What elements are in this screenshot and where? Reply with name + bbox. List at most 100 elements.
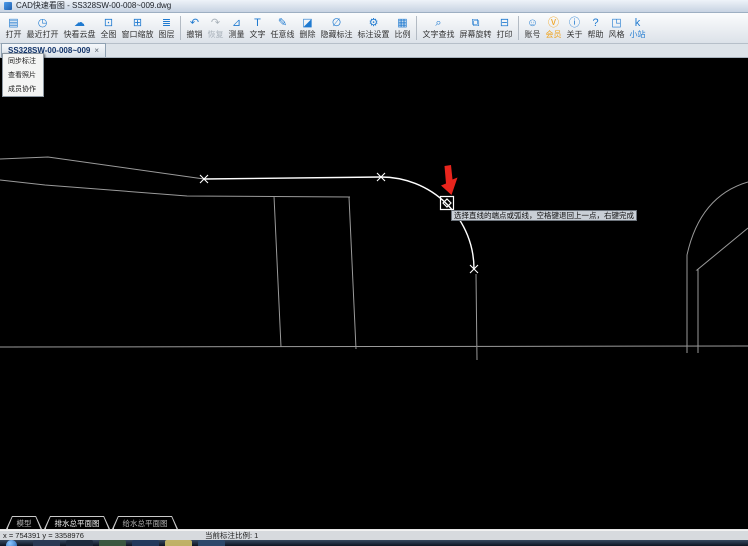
- toolbar-button-label: 文字: [249, 29, 266, 39]
- taskbar-button[interactable]: [66, 540, 93, 546]
- toolbar-button-measure[interactable]: ⊿ 测量: [226, 13, 247, 43]
- toolbar-button-fit-view[interactable]: ⊡ 全图: [98, 13, 119, 43]
- window-title: CAD快速看图 - SS328SW-00-008~009.dwg: [16, 1, 172, 10]
- screen-rotate-icon: ⧉: [471, 16, 480, 29]
- toolbar-button-label: 风格: [608, 29, 625, 39]
- tab-close-icon[interactable]: ×: [94, 46, 99, 55]
- toolbar-button-label: 文字查找: [422, 29, 455, 39]
- drawing-canvas[interactable]: 选择直线的端点或弧线，空格键退回上一点，右键完成: [0, 58, 748, 516]
- text-search-icon: ⌕: [435, 16, 442, 29]
- toolbar-button-label: 全图: [100, 29, 117, 39]
- context-menu-item-member-collaboration[interactable]: 成员协作: [3, 82, 43, 96]
- toolbar-button-cloud-drive[interactable]: ☁ 快看云盘: [61, 13, 98, 43]
- annotation-scale-status: 当前标注比例: 1: [205, 531, 259, 540]
- toolbar-button-text-search[interactable]: ⌕ 文字查找: [420, 13, 457, 43]
- red-arrow-annotation: [441, 165, 458, 195]
- toolbar-button-label: 账号: [524, 29, 541, 39]
- layout-tabs: 模型 排水总平面图 给水总平面图: [0, 516, 748, 530]
- toolbar-separator: [518, 16, 519, 40]
- toolbar-separator: [416, 16, 417, 40]
- style-icon: ◳: [611, 16, 622, 29]
- status-bar: x = 754391 y = 3358976 当前标注比例: 1: [0, 530, 748, 540]
- toolbar-button-label: 撤销: [186, 29, 203, 39]
- layout-tab-label: 模型: [8, 517, 41, 529]
- toolbar-button-label: 会员: [545, 29, 562, 39]
- toolbar-button-scale[interactable]: ▦ 比例: [392, 13, 413, 43]
- cloud-drive-icon: ☁: [74, 16, 85, 29]
- toolbar-button-label: 标注设置: [357, 29, 390, 39]
- toolbar-button-screen-rotate[interactable]: ⧉ 屏幕旋转: [457, 13, 494, 43]
- context-menu: 同步标注 查看照片 成员协作: [2, 53, 44, 97]
- toolbar-button-print[interactable]: ⊟ 打印: [494, 13, 515, 43]
- taskbar-button[interactable]: [33, 540, 60, 546]
- toolbar-button-hide-annotation[interactable]: ∅ 隐藏标注: [318, 13, 355, 43]
- snap-cursor-icon: [439, 195, 455, 211]
- toolbar-button-label: 恢复: [207, 29, 224, 39]
- toolbar-button-help[interactable]: ? 帮助: [585, 13, 606, 43]
- toolbar-button-mini-site[interactable]: k 小站: [627, 13, 648, 43]
- delete-icon: ◪: [302, 16, 313, 29]
- toolbar-button-delete[interactable]: ◪ 删除: [297, 13, 318, 43]
- cad-drawing-lines: [0, 156, 748, 361]
- toolbar-button-label: 图层: [158, 29, 175, 39]
- toolbar-separator: [180, 16, 181, 40]
- fit-view-icon: ⊡: [103, 16, 114, 29]
- free-line-icon: ✎: [277, 16, 288, 29]
- toolbar-button-label: 关于: [566, 29, 583, 39]
- annotation-settings-icon: ⚙: [368, 16, 379, 29]
- context-menu-item-sync-annotation[interactable]: 同步标注: [3, 54, 43, 68]
- toolbar-button-undo[interactable]: ↶ 撤销: [184, 13, 205, 43]
- scale-icon: ▦: [397, 16, 408, 29]
- taskbar-button[interactable]: [165, 540, 192, 546]
- toolbar-button-label: 打印: [496, 29, 513, 39]
- recent-open-icon: ◷: [37, 16, 48, 29]
- text-icon: T: [254, 16, 261, 29]
- print-icon: ⊟: [499, 16, 510, 29]
- taskbar-button[interactable]: [132, 540, 159, 546]
- window-zoom-icon: ⊞: [132, 16, 143, 29]
- toolbar-button-label: 屏幕旋转: [459, 29, 492, 39]
- layout-tab-model[interactable]: 模型: [6, 516, 42, 529]
- open-icon: ▤: [8, 16, 19, 29]
- toolbar-button-vip[interactable]: Ⓥ 会员: [543, 13, 564, 43]
- toolbar-button-label: 打开: [5, 29, 22, 39]
- toolbar-button-label: 任意线: [270, 29, 295, 39]
- redo-icon: ↷: [210, 16, 221, 29]
- account-icon: ☺: [526, 16, 539, 29]
- toolbar-button-about[interactable]: ⓘ 关于: [564, 13, 585, 43]
- toolbar-button-account[interactable]: ☺ 账号: [522, 13, 543, 43]
- drawing-svg: [0, 156, 748, 361]
- undo-icon: ↶: [189, 16, 200, 29]
- help-icon: ?: [592, 16, 599, 29]
- layers-icon: ≣: [161, 16, 172, 29]
- measure-polyline: [203, 176, 475, 270]
- context-menu-item-view-photos[interactable]: 查看照片: [3, 68, 43, 82]
- toolbar-button-layers[interactable]: ≣ 图层: [156, 13, 177, 43]
- measure-point-markers: [199, 172, 479, 274]
- taskbar-button[interactable]: [99, 540, 126, 546]
- mini-site-icon: k: [634, 16, 641, 29]
- layout-tab-label: 排水总平面图: [46, 517, 109, 529]
- about-icon: ⓘ: [569, 16, 580, 29]
- toolbar-button-text[interactable]: T 文字: [247, 13, 268, 43]
- toolbar-button-open[interactable]: ▤ 打开: [3, 13, 24, 43]
- toolbar-button-label: 最近打开: [26, 29, 59, 39]
- layout-tab-water-supply-plan[interactable]: 给水总平面图: [112, 516, 178, 529]
- measure-icon: ⊿: [231, 16, 242, 29]
- hide-annotation-icon: ∅: [331, 16, 342, 29]
- vip-icon: Ⓥ: [548, 16, 559, 29]
- cursor-coordinates: x = 754391 y = 3358976: [3, 531, 84, 540]
- layout-tab-drainage-plan[interactable]: 排水总平面图: [44, 516, 110, 529]
- toolbar-button-free-line[interactable]: ✎ 任意线: [268, 13, 297, 43]
- toolbar-button-annotation-settings[interactable]: ⚙ 标注设置: [355, 13, 392, 43]
- toolbar-button-redo[interactable]: ↷ 恢复: [205, 13, 226, 43]
- start-button[interactable]: [6, 540, 17, 546]
- toolbar-button-label: 窗口缩放: [121, 29, 154, 39]
- toolbar-button-window-zoom[interactable]: ⊞ 窗口缩放: [119, 13, 156, 43]
- toolbar-button-label: 快看云盘: [63, 29, 96, 39]
- toolbar: ▤ 打开 ◷ 最近打开 ☁ 快看云盘 ⊡ 全图 ⊞ 窗口缩放 ≣ 图层 ↶ 撤销 ↷ 恢复 ⊿ 测量 T 文字 ✎ 任意线…: [0, 13, 748, 44]
- toolbar-button-style[interactable]: ◳ 风格: [606, 13, 627, 43]
- snap-tooltip: 选择直线的端点或弧线，空格键退回上一点，右键完成: [451, 210, 637, 221]
- taskbar-button[interactable]: [198, 540, 225, 546]
- toolbar-button-recent-open[interactable]: ◷ 最近打开: [24, 13, 61, 43]
